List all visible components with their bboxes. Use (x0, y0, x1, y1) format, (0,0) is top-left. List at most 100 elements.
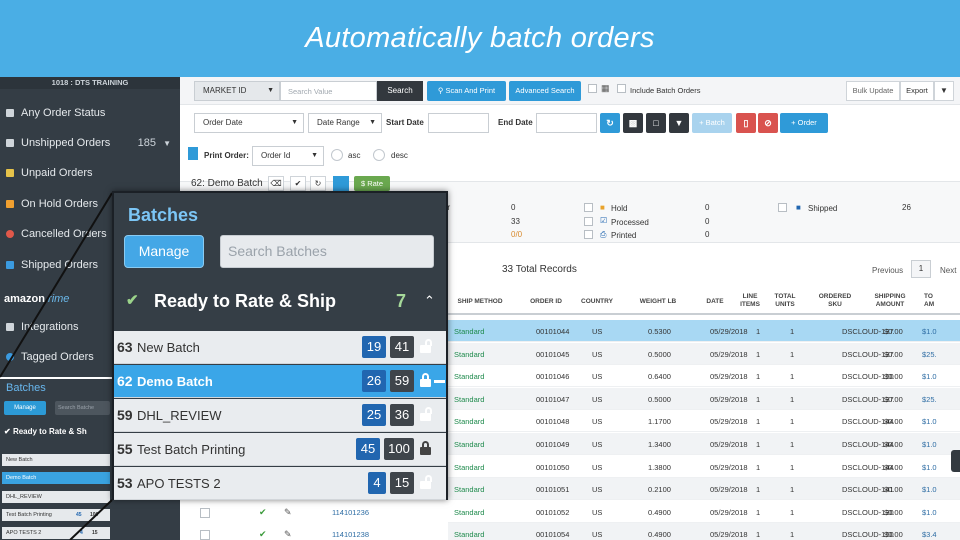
rate-button[interactable]: $ Rate (354, 176, 390, 191)
unlock-icon[interactable] (420, 475, 432, 489)
mini-batch-row[interactable]: APO TESTS 2 4 15 (2, 527, 110, 539)
table-row[interactable]: Standard 00101045 US 0.5000 05/29/2018 1 1 DSCL… (448, 342, 960, 365)
bulk-update-button[interactable]: Bulk Update (846, 81, 900, 101)
refresh-icon[interactable]: ↻ (600, 113, 620, 133)
print-order-select[interactable]: Order Id ▼ (252, 146, 324, 166)
table-row[interactable]: Standard 00101046 US 0.6400 05/29/2018 1 1 DSCL… (448, 365, 960, 388)
cell-id: 00101054 (536, 530, 570, 540)
column-header[interactable]: SHIP METHOD (454, 298, 506, 306)
search-input[interactable]: Search Value (280, 81, 377, 101)
checkbox[interactable] (200, 530, 210, 540)
table-row[interactable]: Standard 00101051 US 0.2100 05/29/2018 1 1 DSCL… (448, 478, 960, 501)
batch-group-header[interactable]: ✔ Ready to Rate & Ship 7 ⌃ (114, 283, 446, 323)
next-link[interactable]: Next (940, 266, 956, 275)
table-row[interactable]: Standard 00101047 US 0.5000 05/29/2018 1 1 DSCL… (448, 387, 960, 410)
batch-row[interactable]: 59 DHL_REVIEW 25 36 (114, 399, 446, 432)
ban-icon[interactable]: ⊘ (758, 113, 778, 133)
batch-row[interactable]: 62 Demo Batch 26 59 (114, 365, 446, 398)
table-row[interactable]: Standard 00101044 US 0.5300 05/29/2018 1 1 DSCL… (448, 320, 960, 342)
search-batches-input[interactable]: Search Batches (220, 235, 434, 268)
mini-batch-row[interactable]: Test Batch Printing 45 100 (2, 509, 110, 521)
unlock-icon[interactable] (333, 176, 349, 191)
export-button[interactable]: Export (900, 81, 934, 101)
batch-row[interactable]: 55 Test Batch Printing 45 100 (114, 433, 446, 466)
search-button[interactable]: Search (377, 81, 423, 101)
checkbox[interactable] (200, 508, 210, 518)
mini-batch-row[interactable]: New Batch (2, 454, 110, 466)
printed-label: Printed (611, 231, 637, 240)
unlock-icon[interactable] (420, 407, 432, 421)
pencil-icon[interactable]: ✎ (284, 529, 292, 540)
pencil-icon[interactable]: ✎ (284, 507, 292, 518)
batch-name: DHL_REVIEW (137, 408, 222, 423)
caret-down-icon: ▼ (291, 119, 298, 126)
filter-icon[interactable]: ▼ (669, 113, 689, 133)
chevron-down-icon[interactable]: ▼ (163, 139, 171, 148)
start-date-input[interactable] (428, 113, 489, 133)
check-icon[interactable]: ✔ (290, 176, 306, 191)
amazon-prime-logo[interactable]: amazon rime (4, 293, 69, 305)
order-date-select[interactable]: Order Date ▼ (194, 113, 304, 133)
column-header[interactable]: TO AM (924, 293, 938, 309)
add-batch-button[interactable]: + Batch (692, 113, 732, 133)
column-header[interactable]: ORDER ID (524, 298, 568, 306)
table-row[interactable]: Standard 00101050 US 1.3800 05/29/2018 1 1 DSCL… (448, 456, 960, 478)
order-link[interactable]: 114101238 (332, 530, 369, 539)
mini-batch-row[interactable]: DHL_REVIEW (2, 491, 110, 503)
checkbox[interactable] (778, 203, 787, 212)
unlock-icon[interactable] (420, 339, 432, 353)
table-row[interactable]: Standard 00101049 US 1.3400 05/29/2018 1 1 DSCL… (448, 433, 960, 455)
mini-group-header[interactable]: ✔ Ready to Rate & Sh (4, 427, 87, 436)
include-batch-checkbox[interactable] (617, 84, 626, 93)
chevron-up-icon[interactable]: ⌃ (424, 293, 435, 309)
eraser-icon[interactable]: ⌫ (268, 176, 284, 191)
column-header[interactable]: LINE ITEMS (738, 293, 762, 309)
scan-and-print-button[interactable]: ⚲ Scan And Print (427, 81, 506, 101)
add-order-button[interactable]: + Order (780, 113, 828, 133)
unlock-icon[interactable] (420, 373, 431, 387)
asc-radio[interactable] (331, 149, 343, 161)
end-date-input[interactable] (536, 113, 597, 133)
column-header[interactable]: TOTAL UNITS (771, 293, 799, 309)
column-header[interactable]: DATE (699, 298, 731, 306)
checkbox[interactable] (584, 230, 593, 239)
filter-icon[interactable]: ▼ (934, 81, 954, 101)
sidebar-item-any-order-status[interactable]: Any Order Status (0, 98, 180, 128)
table-row[interactable]: Standard 00101052 US 0.4900 05/29/2018 1 1 DSCL… (448, 501, 960, 523)
minus-icon[interactable] (434, 380, 445, 383)
table-row[interactable]: Standard 00101048 US 1.1700 05/29/2018 1 1 DSCL… (448, 410, 960, 433)
column-header[interactable]: SHIPPING AMOUNT (868, 293, 912, 309)
page-number[interactable]: 1 (911, 260, 931, 278)
mini-manage-button[interactable]: Manage (4, 401, 46, 415)
column-header[interactable]: ORDERED SKU (813, 293, 857, 309)
column-header[interactable]: WEIGHT LB (636, 298, 680, 306)
trash-icon[interactable]: ▯ (736, 113, 756, 133)
checkbox[interactable] (584, 203, 593, 212)
table-row[interactable]: Standard 00101054 US 0.4900 05/29/2018 1 1 DSCL… (448, 523, 960, 540)
column-header[interactable]: COUNTRY (578, 298, 616, 306)
screenshot: Automatically batch orders 1018 : DTS TR… (0, 0, 960, 540)
lock-icon[interactable] (420, 441, 431, 455)
batch-row[interactable]: 63 New Batch 19 41 (114, 331, 446, 364)
refresh-icon[interactable]: ↻ (310, 176, 326, 191)
scroll-handle[interactable] (951, 450, 960, 472)
mini-batch-row[interactable]: Demo Batch (2, 472, 110, 484)
date-range-select[interactable]: Date Range ▼ (308, 113, 382, 133)
manage-button[interactable]: Manage (124, 235, 204, 268)
previous-link[interactable]: Previous (872, 266, 903, 275)
order-link[interactable]: 114101236 (332, 508, 369, 517)
sidebar-item-unpaid-orders[interactable]: Unpaid Orders (0, 158, 180, 188)
cell-method: Standard (454, 349, 485, 359)
mini-badge: 15 (92, 530, 98, 536)
advanced-search-button[interactable]: Advanced Search (509, 81, 581, 101)
keyboard-icon[interactable]: ▩ (623, 113, 643, 133)
sidebar-item-unshipped-orders[interactable]: Unshipped Orders 185 ▼ (0, 128, 180, 158)
batch-number: 59 (117, 407, 133, 423)
document-icon[interactable]: □ (646, 113, 666, 133)
batch-row[interactable]: 53 APO TESTS 2 4 15 (114, 467, 446, 500)
desc-radio[interactable] (373, 149, 385, 161)
checkbox[interactable] (588, 84, 597, 93)
checkbox[interactable] (584, 217, 593, 226)
mini-search-input[interactable]: Search Batche (55, 401, 110, 415)
market-select[interactable]: MARKET ID ▼ (194, 81, 280, 101)
